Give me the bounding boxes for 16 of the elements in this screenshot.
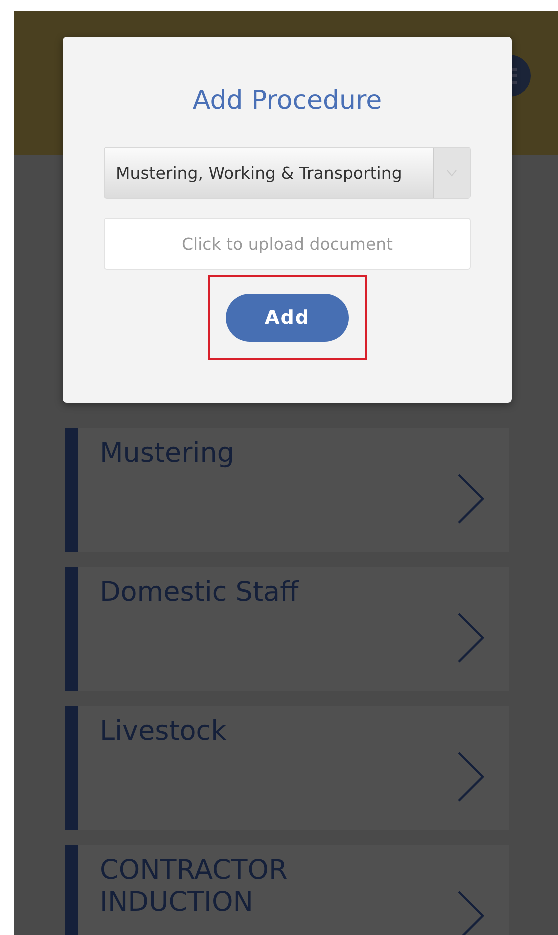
dialog-title: Add Procedure [192,85,382,117]
chevron-right-icon [457,751,485,803]
chevron-right-icon [457,473,485,525]
procedure-select[interactable]: Mustering, Working & Transporting [104,147,471,199]
procedure-card[interactable]: Mustering [65,428,509,552]
chevron-right-icon [457,612,485,664]
procedure-title: Livestock [100,716,228,748]
add-button[interactable]: Add [226,294,349,342]
procedure-title: CONTRACTOR INDUCTION [100,855,289,919]
procedure-title: Domestic Staff [100,577,300,609]
procedure-card[interactable]: Domestic Staff [65,567,509,691]
chevron-right-icon [457,890,485,935]
procedure-card[interactable]: CONTRACTOR INDUCTION [65,845,509,935]
procedure-card[interactable]: Livestock [65,706,509,830]
procedure-title: Mustering [100,438,236,470]
upload-field[interactable]: Click to upload document [104,218,471,270]
